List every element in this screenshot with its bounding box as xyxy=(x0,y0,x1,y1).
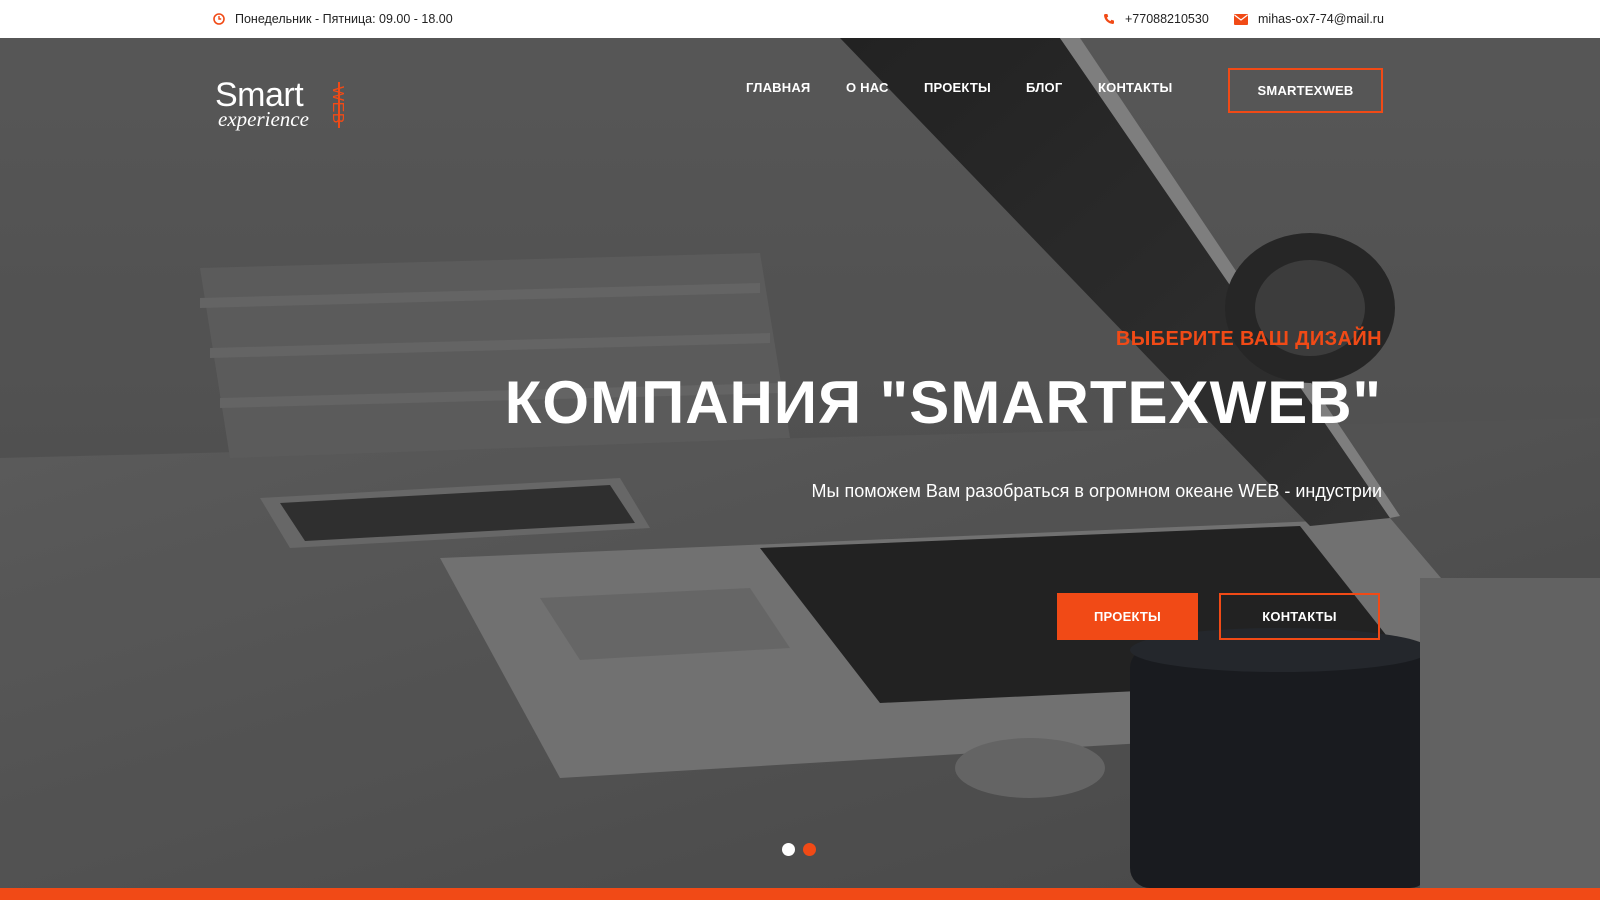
logo-vertical-mark: WEB xyxy=(318,82,346,128)
logo-tagline: experience xyxy=(218,107,309,131)
accent-strip xyxy=(0,888,1600,900)
top-info-bar: Понедельник - Пятница: 09.00 - 18.00 +77… xyxy=(0,0,1600,38)
envelope-icon xyxy=(1234,13,1248,25)
projects-button[interactable]: ПРОЕКТЫ xyxy=(1057,593,1198,640)
hero-subtitle: Мы поможем Вам разобраться в огромном ок… xyxy=(811,481,1382,501)
slider-dot-1[interactable] xyxy=(782,843,795,856)
nav-item-about[interactable]: О НАС xyxy=(846,80,889,95)
phone-contact[interactable]: +77088210530 xyxy=(1103,0,1209,38)
hero-slider: Smart experience WEB ГЛАВНАЯ О НАС ПРОЕК… xyxy=(0,38,1600,888)
logo-vertical-text: WEB xyxy=(328,86,346,124)
nav-item-contacts[interactable]: КОНТАКТЫ xyxy=(1098,80,1172,95)
clock-icon xyxy=(213,13,225,25)
site-logo[interactable]: Smart experience WEB xyxy=(215,78,346,136)
hero-background-image xyxy=(0,38,1600,888)
nav-item-home[interactable]: ГЛАВНАЯ xyxy=(746,80,810,95)
contacts-button[interactable]: КОНТАКТЫ xyxy=(1219,593,1380,640)
phone-icon xyxy=(1103,13,1115,25)
hero-kicker: ВЫБЕРИТЕ ВАШ ДИЗАЙН xyxy=(1115,328,1382,350)
phone-number[interactable]: +77088210530 xyxy=(1125,12,1209,26)
hero-headline: КОМПАНИЯ "SMARTEXWEB" xyxy=(504,369,1382,436)
working-hours-text: Понедельник - Пятница: 09.00 - 18.00 xyxy=(235,12,453,26)
slider-pagination xyxy=(782,843,816,856)
header-cta-button[interactable]: SMARTEXWEB xyxy=(1228,68,1383,113)
email-address[interactable]: mihas-ox7-74@mail.ru xyxy=(1258,12,1384,26)
working-hours: Понедельник - Пятница: 09.00 - 18.00 xyxy=(213,0,453,38)
nav-item-blog[interactable]: БЛОГ xyxy=(1026,80,1062,95)
nav-item-projects[interactable]: ПРОЕКТЫ xyxy=(924,80,991,95)
email-contact[interactable]: mihas-ox7-74@mail.ru xyxy=(1234,0,1384,38)
slider-dot-2[interactable] xyxy=(803,843,816,856)
